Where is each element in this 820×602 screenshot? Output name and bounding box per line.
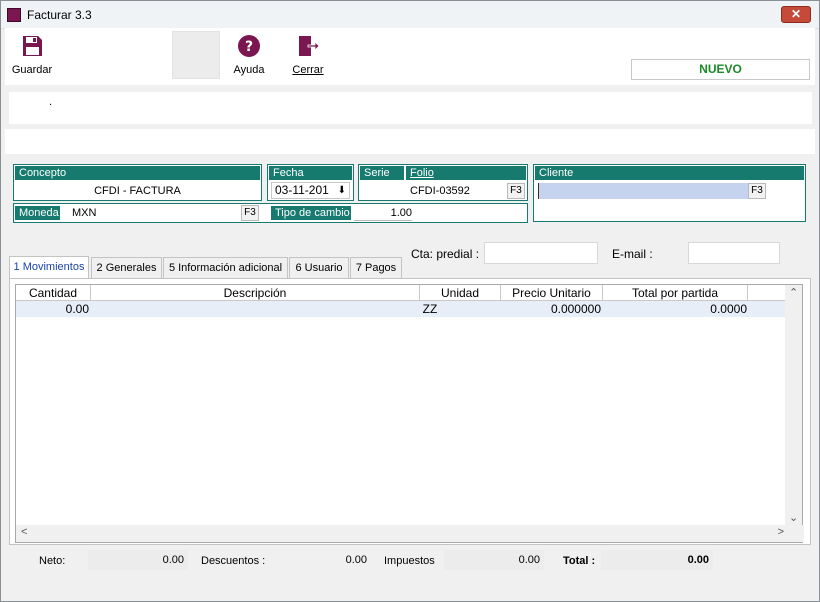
concepto-header: Concepto	[15, 166, 260, 180]
info-panel: .	[9, 92, 812, 124]
info-text: .	[49, 96, 53, 108]
tab-usuario[interactable]: 6 Usuario	[289, 257, 349, 279]
grid-header: Cantidad Descripción Unidad Precio Unita…	[16, 285, 786, 301]
column-header[interactable]: Descripción	[91, 285, 420, 301]
neto-label: Neto:	[39, 555, 66, 567]
tipo-cambio-field[interactable]: 1.00	[354, 206, 412, 221]
tab-informacion-adicional[interactable]: 5 Información adicional	[163, 257, 288, 279]
cliente-header: Cliente	[535, 166, 804, 180]
predial-input[interactable]	[484, 242, 598, 264]
moneda-header: Moneda	[15, 206, 60, 220]
moneda-group: Moneda MXN F3 Tipo de cambio 1.00	[13, 203, 528, 223]
movements-grid: Cantidad Descripción Unidad Precio Unita…	[15, 284, 804, 543]
help-button[interactable]: ? Ayuda	[229, 34, 269, 76]
client-area: Guardar ? Ayuda Cerrar NUEVO . Concepto …	[5, 28, 815, 578]
moneda-field[interactable]: MXN	[67, 206, 239, 220]
total-cell[interactable]: 0.0000	[603, 301, 747, 317]
title-bar: Facturar 3.3 ✕	[1, 1, 819, 29]
predial-label: Cta: predial :	[411, 247, 480, 261]
fecha-value: 03-11-201	[275, 183, 329, 197]
folio-header: Folio	[406, 166, 526, 180]
tab-movimientos[interactable]: 1 Movimientos	[9, 256, 89, 279]
fecha-header: Fecha	[269, 166, 352, 180]
save-button-label: Guardar	[11, 64, 53, 76]
descripcion-cell[interactable]	[94, 301, 418, 317]
serie-folio-group: Serie Folio CFDI-03592 F3	[358, 164, 528, 201]
tab-generales[interactable]: 2 Generales	[91, 257, 162, 279]
vertical-scrollbar[interactable]: ⌃ ⌄	[785, 285, 802, 527]
toolbar: Guardar ? Ayuda Cerrar NUEVO	[5, 28, 815, 85]
app-icon	[7, 8, 21, 22]
question-circle-icon: ?	[238, 35, 260, 57]
cliente-group: Cliente F3	[533, 164, 806, 222]
total-value: 0.00	[601, 550, 713, 570]
scroll-right-icon[interactable]: >	[778, 526, 784, 538]
toolbar-empty-slot	[172, 31, 220, 79]
horizontal-scrollbar[interactable]: < >	[16, 525, 804, 542]
info-panel-secondary	[5, 129, 815, 154]
close-form-button[interactable]: Cerrar	[288, 34, 328, 76]
email-label: E-mail :	[612, 247, 653, 261]
folio-f3-button[interactable]: F3	[507, 183, 525, 199]
folio-field[interactable]: CFDI-03592	[407, 184, 507, 199]
totals-bar: Neto: 0.00 Descuentos : 0.00 Impuestos 0…	[5, 548, 815, 573]
cliente-input[interactable]	[538, 183, 748, 199]
impuestos-value: 0.00	[444, 550, 544, 570]
fecha-date-picker[interactable]: 03-11-201 ⬇	[271, 182, 350, 199]
concepto-field[interactable]: CFDI - FACTURA	[14, 185, 261, 197]
moneda-f3-button[interactable]: F3	[241, 205, 259, 221]
fecha-group: Fecha 03-11-201 ⬇	[267, 164, 354, 201]
serie-header: Serie	[360, 166, 404, 180]
scroll-down-icon[interactable]: ⌄	[789, 511, 798, 524]
table-row[interactable]: 0.00 ZZ 0.000000 0.0000	[16, 301, 786, 317]
status-badge: NUEVO	[631, 59, 810, 80]
exit-door-icon	[299, 36, 320, 56]
column-header[interactable]: Cantidad	[16, 285, 91, 301]
descuentos-label: Descuentos :	[201, 555, 266, 567]
scroll-up-icon[interactable]: ⌃	[789, 286, 798, 299]
window-title: Facturar 3.3	[27, 8, 92, 22]
impuestos-label: Impuestos	[384, 555, 435, 567]
email-input[interactable]	[688, 242, 780, 264]
scroll-left-icon[interactable]: <	[21, 526, 27, 538]
dropdown-arrow-icon[interactable]: ⬇	[338, 183, 346, 198]
cliente-f3-button[interactable]: F3	[748, 183, 766, 199]
column-header[interactable]: Total por partida	[603, 285, 748, 301]
help-button-label: Ayuda	[233, 64, 265, 76]
save-button[interactable]: Guardar	[9, 34, 55, 76]
unidad-cell[interactable]: ZZ	[420, 301, 440, 317]
tab-pagos[interactable]: 7 Pagos	[350, 257, 402, 279]
column-header[interactable]: Unidad	[420, 285, 501, 301]
neto-value: 0.00	[88, 550, 188, 570]
app-window: Facturar 3.3 ✕ Guardar ? Ayuda Cerrar NU…	[0, 0, 820, 602]
close-form-button-label: Cerrar	[292, 64, 324, 76]
concepto-group: Concepto CFDI - FACTURA	[13, 164, 262, 201]
column-header[interactable]: Precio Unitario	[501, 285, 603, 301]
descuentos-value: 0.00	[345, 554, 367, 566]
floppy-disk-icon	[23, 36, 42, 56]
total-label: Total :	[563, 555, 596, 567]
precio-cell[interactable]: 0.000000	[501, 301, 601, 317]
cantidad-cell[interactable]: 0.00	[16, 301, 89, 317]
svg-text:?: ?	[245, 39, 253, 55]
window-close-button[interactable]: ✕	[781, 6, 811, 23]
tipo-cambio-header: Tipo de cambio	[271, 206, 351, 220]
